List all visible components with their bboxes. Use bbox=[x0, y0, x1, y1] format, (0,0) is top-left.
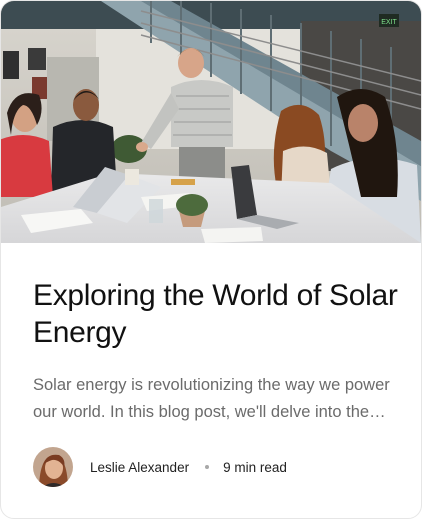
post-cover-image[interactable]: EXIT bbox=[1, 1, 421, 243]
author-avatar[interactable] bbox=[33, 447, 73, 487]
blog-post-card[interactable]: EXIT Exploring the World of Solar Energy… bbox=[0, 0, 422, 519]
author-name[interactable]: Leslie Alexander bbox=[90, 460, 189, 475]
meta-separator-dot bbox=[205, 465, 210, 469]
read-time: 9 min read bbox=[223, 459, 287, 475]
post-title[interactable]: Exploring the World of Solar Energy bbox=[33, 277, 403, 351]
svg-text:EXIT: EXIT bbox=[381, 19, 397, 26]
team-meeting-photo: EXIT bbox=[1, 1, 421, 243]
post-excerpt: Solar energy is revolutionizing the way … bbox=[33, 376, 390, 421]
author-portrait bbox=[33, 447, 73, 487]
post-meta: Leslie Alexander 9 min read bbox=[33, 447, 287, 487]
